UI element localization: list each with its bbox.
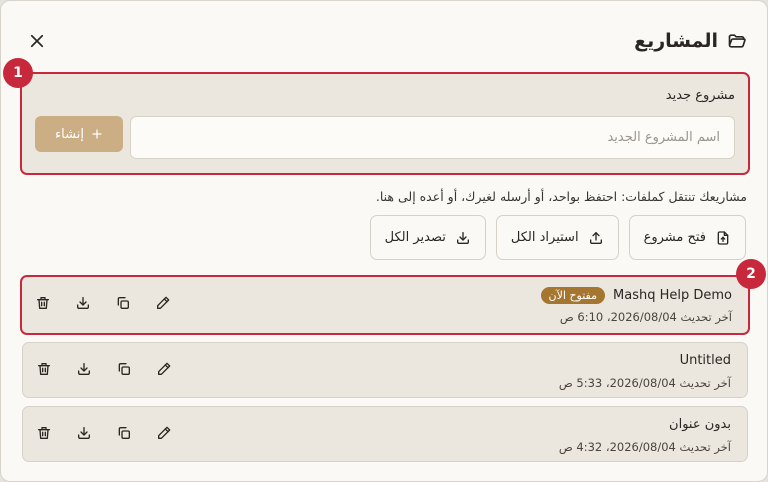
duplicate-button[interactable] [114, 294, 132, 312]
copy-icon [115, 295, 131, 311]
open-now-badge: مفتوح الآن [540, 287, 606, 304]
pencil-icon [156, 361, 172, 377]
trash-icon [35, 295, 51, 311]
import-all-label: استيراد الكل [510, 230, 579, 245]
open-project-label: فتح مشروع [643, 230, 706, 245]
create-button-label: إنشاء [55, 126, 84, 142]
annotation-badge-2: 2 [736, 259, 766, 289]
plus-icon [91, 128, 103, 140]
import-all-button[interactable]: استيراد الكل [495, 215, 619, 260]
project-row[interactable]: بدون عنوان آخر تحديث 2026/08/04، 4:32 ص [22, 406, 748, 462]
delete-button[interactable] [35, 424, 53, 442]
trash-icon [36, 361, 52, 377]
projects-dialog: المشاريع مشروع جديد إنشاء 1 مشاريعك تنتق… [0, 0, 768, 482]
project-name: Mashq Help Demo [613, 288, 732, 303]
copy-icon [116, 361, 132, 377]
duplicate-button[interactable] [115, 360, 133, 378]
download-icon [455, 230, 471, 246]
project-name-row: بدون عنوان [669, 417, 731, 432]
project-row[interactable]: Untitled آخر تحديث 2026/08/04، 5:33 ص [22, 342, 748, 398]
dialog-header: المشاريع [21, 23, 747, 59]
dialog-title: المشاريع [634, 30, 718, 52]
rename-button[interactable] [155, 360, 173, 378]
project-date: آخر تحديث 2026/08/04، 6:10 ص [559, 310, 732, 324]
open-project-button[interactable]: فتح مشروع [628, 215, 746, 260]
hint-text: مشاريعك تنتقل كملفات: احتفظ بواحد، أو أر… [375, 189, 747, 204]
new-project-label: مشروع جديد [665, 88, 735, 103]
pencil-icon [156, 425, 172, 441]
download-button[interactable] [74, 294, 92, 312]
upload-icon [588, 230, 604, 246]
duplicate-button[interactable] [115, 424, 133, 442]
download-icon [75, 295, 91, 311]
project-name-row: Untitled [680, 353, 731, 368]
annotation-badge-1: 1 [3, 58, 33, 88]
new-project-section: مشروع جديد إنشاء [20, 72, 750, 175]
rename-button[interactable] [155, 424, 173, 442]
export-all-button[interactable]: تصدير الكل [369, 215, 486, 260]
export-all-label: تصدير الكل [384, 230, 446, 245]
download-button[interactable] [75, 424, 93, 442]
file-upload-icon [715, 230, 731, 246]
project-name: بدون عنوان [669, 417, 731, 432]
trash-icon [36, 425, 52, 441]
project-name: Untitled [679, 353, 731, 368]
project-date: آخر تحديث 2026/08/04، 5:33 ص [558, 376, 731, 390]
rename-button[interactable] [154, 294, 172, 312]
delete-button[interactable] [34, 294, 52, 312]
download-button[interactable] [75, 360, 93, 378]
delete-button[interactable] [35, 360, 53, 378]
create-button[interactable]: إنشاء [35, 116, 123, 152]
project-tools [35, 424, 173, 442]
copy-icon [116, 425, 132, 441]
project-name-row: Mashq Help Demo مفتوح الآن [540, 287, 732, 304]
pencil-icon [155, 295, 171, 311]
folder-open-icon [727, 31, 747, 51]
download-icon [76, 361, 92, 377]
close-icon [28, 32, 46, 50]
close-button[interactable] [21, 25, 53, 57]
download-icon [76, 425, 92, 441]
project-date: آخر تحديث 2026/08/04، 4:32 ص [558, 440, 731, 454]
project-tools [35, 360, 173, 378]
project-tools [34, 294, 172, 312]
title-wrap: المشاريع [634, 30, 747, 52]
project-name-input[interactable] [130, 116, 735, 159]
project-row-active[interactable]: Mashq Help Demo مفتوح الآن آخر تحديث 202… [20, 275, 750, 335]
actions-row: فتح مشروع استيراد الكل تصدير الكل [369, 215, 746, 260]
